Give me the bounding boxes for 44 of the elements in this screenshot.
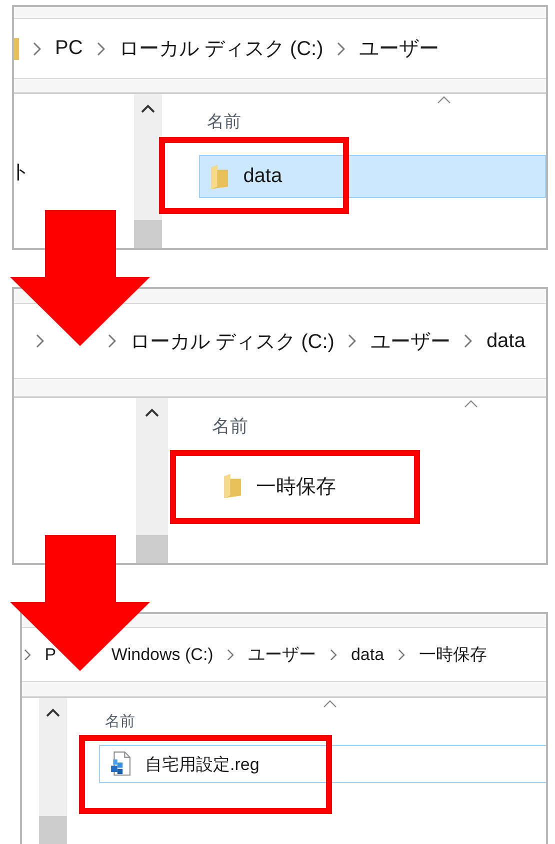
chevron-icon <box>36 334 44 348</box>
breadcrumb-item[interactable]: ユーザー <box>370 328 450 354</box>
scroll-up-icon[interactable] <box>141 104 155 113</box>
chevron-icon <box>398 648 405 660</box>
chevron-icon <box>227 648 234 660</box>
scrollbar[interactable] <box>39 698 67 844</box>
chevron-icon <box>348 334 356 348</box>
breadcrumb-item[interactable]: Windows (C:) <box>111 644 214 664</box>
breadcrumb-item[interactable]: P <box>44 644 56 664</box>
breadcrumb-item[interactable]: data <box>350 644 384 664</box>
scrollbar[interactable] <box>136 398 168 563</box>
chevron-icon <box>108 334 116 348</box>
breadcrumb-item[interactable]: 一時保存 <box>418 643 487 666</box>
nav-item[interactable]: ト <box>14 158 30 184</box>
folder-icon <box>210 164 230 188</box>
scroll-up-icon[interactable] <box>145 408 159 417</box>
scroll-up-icon[interactable] <box>46 708 60 717</box>
breadcrumb-item[interactable]: ローカル ディスク (C:) <box>118 35 324 62</box>
breadcrumb-item[interactable]: ユーザー <box>359 35 440 62</box>
chevron-icon <box>337 42 346 56</box>
column-header[interactable]: 名前 <box>207 110 241 133</box>
scroll-thumb[interactable] <box>39 816 67 844</box>
sort-caret-icon <box>323 700 337 708</box>
column-header[interactable]: 名前 <box>212 414 248 438</box>
breadcrumb-item[interactable]: PC <box>55 37 83 60</box>
file-row[interactable]: data <box>199 155 546 198</box>
breadcrumb-item[interactable]: data <box>486 330 526 352</box>
chevron-icon <box>464 334 472 348</box>
folder-icon <box>223 474 242 498</box>
sort-caret-icon <box>437 96 451 104</box>
breadcrumb-item[interactable]: ローカル ディスク (C:) <box>130 328 334 354</box>
registry-file-icon <box>110 751 131 777</box>
file-row[interactable]: 自宅用設定.reg <box>99 745 546 783</box>
scroll-thumb[interactable] <box>136 535 168 563</box>
scroll-thumb[interactable] <box>134 220 162 248</box>
column-header[interactable]: 名前 <box>105 712 135 731</box>
scrollbar[interactable] <box>134 94 162 248</box>
chevron-icon <box>330 648 337 660</box>
chevron-icon <box>24 648 31 660</box>
breadcrumb-item[interactable]: ユーザー <box>248 643 316 666</box>
chevron-icon <box>33 42 41 56</box>
chevron-icon <box>96 42 105 56</box>
file-row[interactable]: 一時保存 <box>212 458 546 514</box>
sort-caret-icon <box>464 400 478 408</box>
